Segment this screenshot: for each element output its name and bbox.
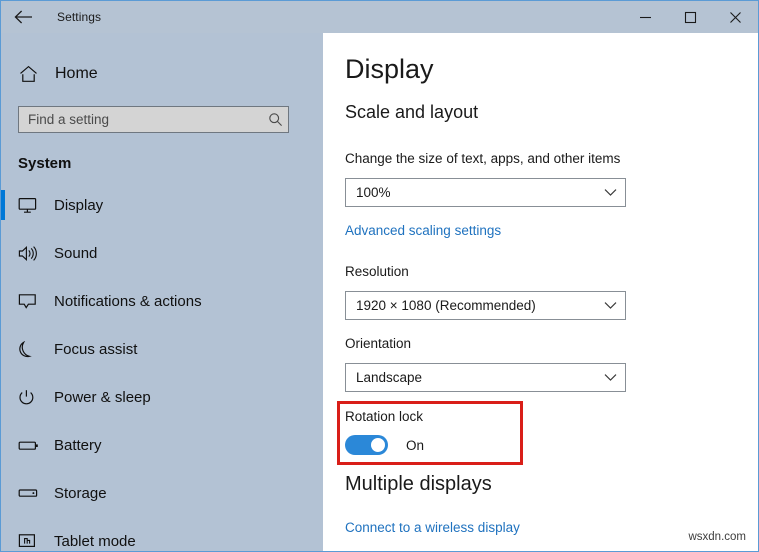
chevron-down-icon: [595, 373, 625, 382]
search-placeholder: Find a setting: [28, 112, 262, 127]
home-label: Home: [55, 65, 98, 83]
rotation-lock-toggle[interactable]: [345, 435, 388, 455]
selection-indicator: [1, 478, 5, 508]
battery-icon: [18, 439, 44, 452]
scale-dropdown-value: 100%: [356, 185, 595, 200]
selection-indicator: [1, 526, 5, 551]
selection-indicator: [1, 238, 5, 268]
sidebar-item-label: Display: [54, 197, 103, 214]
minimize-icon: [639, 11, 652, 24]
rotation-lock-label: Rotation lock: [345, 409, 423, 424]
selection-indicator: [1, 382, 5, 412]
storage-icon: [18, 487, 44, 499]
home-icon: [19, 65, 41, 83]
back-button[interactable]: [1, 1, 45, 33]
main-content: Display Scale and layout Change the size…: [323, 33, 758, 551]
selection-indicator: [1, 190, 5, 220]
selection-indicator: [1, 334, 5, 364]
rotation-lock-state-label: On: [406, 438, 424, 453]
scale-field-label: Change the size of text, apps, and other…: [345, 151, 620, 166]
power-icon: [18, 389, 44, 406]
notification-icon: [18, 293, 44, 310]
title-bar-left: Settings: [1, 1, 101, 33]
sidebar-item-notifications[interactable]: Notifications & actions: [1, 277, 323, 325]
resolution-field-label: Resolution: [345, 264, 409, 279]
selection-indicator: [1, 286, 5, 316]
minimize-button[interactable]: [623, 1, 668, 33]
scale-dropdown[interactable]: 100%: [345, 178, 626, 207]
selection-indicator: [1, 430, 5, 460]
watermark: wsxdn.com: [688, 531, 746, 543]
sidebar-nav-list: Display Sound: [1, 181, 323, 551]
maximize-icon: [684, 11, 697, 24]
multiple-displays-title: Multiple displays: [345, 473, 492, 496]
chevron-down-icon: [595, 301, 625, 310]
settings-window: Settings: [0, 0, 759, 552]
title-bar: Settings: [1, 1, 758, 33]
close-button[interactable]: [713, 1, 758, 33]
sidebar-section-title: System: [18, 155, 71, 172]
monitor-icon: [18, 197, 44, 214]
toggle-knob: [371, 438, 385, 452]
maximize-button[interactable]: [668, 1, 713, 33]
scale-group-title: Scale and layout: [345, 102, 478, 123]
window-title: Settings: [57, 10, 101, 24]
sidebar-item-label: Tablet mode: [54, 533, 136, 550]
sidebar-item-label: Focus assist: [54, 341, 137, 358]
tablet-icon: [18, 533, 44, 550]
resolution-dropdown-value: 1920 × 1080 (Recommended): [356, 298, 595, 313]
sidebar-item-label: Sound: [54, 245, 97, 262]
sidebar-item-display[interactable]: Display: [1, 181, 323, 229]
sidebar-item-home[interactable]: Home: [1, 59, 323, 89]
sidebar: Home Find a setting System: [1, 33, 323, 551]
resolution-dropdown[interactable]: 1920 × 1080 (Recommended): [345, 291, 626, 320]
chevron-down-icon: [595, 188, 625, 197]
orientation-dropdown-value: Landscape: [356, 370, 595, 385]
sidebar-item-focus-assist[interactable]: Focus assist: [1, 325, 323, 373]
sidebar-item-label: Storage: [54, 485, 107, 502]
search-icon: [262, 112, 288, 127]
sidebar-item-storage[interactable]: Storage: [1, 469, 323, 517]
speaker-icon: [18, 245, 44, 262]
orientation-dropdown[interactable]: Landscape: [345, 363, 626, 392]
search-input[interactable]: Find a setting: [18, 106, 289, 133]
close-icon: [729, 11, 742, 24]
sidebar-item-tablet-mode[interactable]: Tablet mode: [1, 517, 323, 551]
sidebar-item-power-sleep[interactable]: Power & sleep: [1, 373, 323, 421]
sidebar-item-sound[interactable]: Sound: [1, 229, 323, 277]
sidebar-item-battery[interactable]: Battery: [1, 421, 323, 469]
moon-icon: [18, 341, 44, 358]
connect-wireless-display-link[interactable]: Connect to a wireless display: [345, 520, 520, 535]
sidebar-item-label: Power & sleep: [54, 389, 151, 406]
advanced-scaling-settings-link[interactable]: Advanced scaling settings: [345, 223, 501, 238]
sidebar-item-label: Notifications & actions: [54, 293, 202, 310]
orientation-field-label: Orientation: [345, 336, 411, 351]
sidebar-item-label: Battery: [54, 437, 102, 454]
window-controls: [623, 1, 758, 33]
page-title: Display: [345, 54, 434, 85]
rotation-lock-toggle-row: On: [345, 435, 424, 455]
back-arrow-icon: [14, 10, 33, 24]
